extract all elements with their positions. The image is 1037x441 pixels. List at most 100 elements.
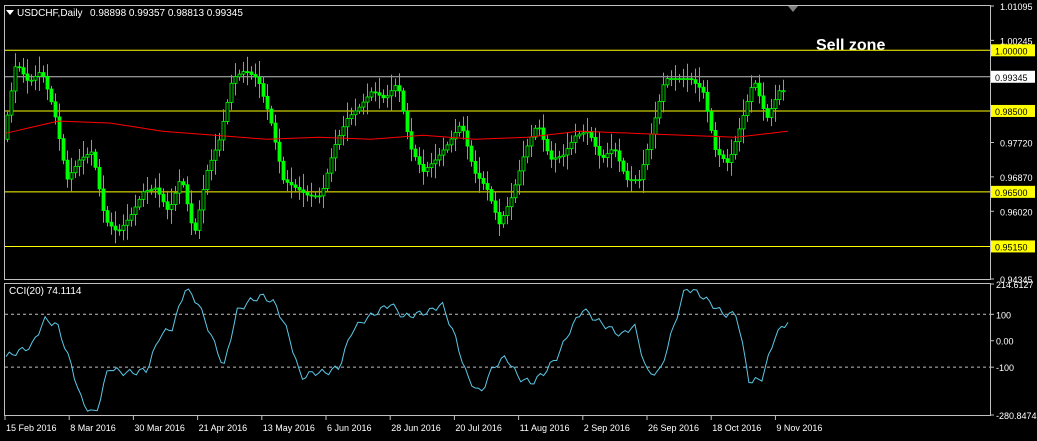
candle: [625, 162, 630, 188]
candle: [609, 133, 614, 169]
candle: [177, 169, 182, 205]
candle: [517, 159, 522, 195]
level-label-2: 0.96500: [995, 188, 1028, 198]
candle: [521, 140, 526, 186]
candle: [613, 142, 618, 158]
cci-line: [5, 288, 789, 412]
cci-panel-frame: [4, 283, 991, 416]
candle: [209, 149, 214, 181]
candle: [581, 124, 586, 142]
candle: [5, 111, 10, 143]
candle: [629, 166, 634, 192]
candle: [621, 157, 626, 175]
candle: [249, 66, 254, 80]
candle: [225, 99, 230, 125]
candle: [277, 128, 282, 174]
level-label-0: 1.00000: [995, 46, 1028, 56]
candle: [245, 56, 250, 86]
candle: [557, 150, 562, 164]
candle: [537, 119, 542, 136]
candle: [381, 89, 386, 104]
cci-tick-label-0: 214.6127: [996, 280, 1034, 290]
candle: [313, 192, 318, 199]
candle: [725, 148, 730, 172]
candle: [157, 173, 162, 208]
current-price-label: 0.99345: [995, 73, 1028, 83]
candle: [121, 214, 126, 241]
scroll-marker-icon[interactable]: [788, 6, 798, 12]
dropdown-arrow-icon[interactable]: [6, 10, 14, 15]
candle: [653, 101, 658, 149]
candle: [93, 148, 98, 171]
candle: [513, 179, 518, 204]
candle: [773, 84, 778, 122]
price-axis: 1.010951.002450.993450.977200.968700.960…: [990, 2, 1035, 285]
candle: [417, 147, 422, 174]
candle: [545, 134, 550, 155]
candle: [701, 80, 706, 99]
candle: [345, 102, 350, 142]
candle: [341, 115, 346, 146]
candle: [77, 149, 82, 177]
candle: [229, 74, 234, 110]
candle: [713, 122, 718, 158]
candle: [289, 167, 294, 199]
candle: [489, 186, 494, 204]
symbol-label: USDCHF,Daily: [17, 8, 83, 19]
candle: [549, 141, 554, 168]
candle: [481, 171, 486, 190]
candle: [285, 170, 290, 192]
candle: [561, 144, 566, 167]
candle: [737, 117, 742, 152]
candle: [637, 170, 642, 189]
candle: [661, 72, 666, 113]
candle: [13, 53, 18, 104]
candle: [457, 121, 462, 137]
candle: [429, 152, 434, 178]
candle: [437, 147, 442, 167]
candle: [641, 149, 646, 194]
candle: [469, 140, 474, 167]
candle: [465, 116, 470, 160]
candle: [101, 175, 106, 223]
candle: [61, 134, 66, 165]
candle: [689, 72, 694, 85]
candle: [201, 174, 206, 224]
candle: [53, 93, 58, 125]
candle: [305, 185, 310, 202]
candle: [573, 123, 578, 154]
cci-tick-label-1: 100: [996, 310, 1011, 320]
time-tick-label-12: 9 Nov 2016: [776, 423, 822, 433]
candle: [505, 197, 510, 225]
candle: [109, 212, 114, 235]
candle: [21, 57, 26, 83]
candle: [405, 102, 410, 140]
candle: [409, 118, 414, 162]
candle: [317, 187, 322, 204]
candle: [273, 114, 278, 150]
candle: [269, 105, 274, 127]
candle: [589, 127, 594, 142]
candle: [29, 74, 34, 86]
candle: [497, 198, 502, 236]
candle: [85, 147, 90, 164]
sell-zone-annotation: Sell zone: [816, 37, 885, 54]
time-tick-label-7: 20 Jul 2016: [455, 423, 502, 433]
cci-indicator: 214.6127 100 0.00 -100 -280.8474: [5, 280, 1037, 421]
candle: [193, 218, 198, 235]
candle: [233, 63, 238, 96]
time-tick-label-6: 28 Jun 2016: [391, 423, 441, 433]
candle: [745, 94, 750, 122]
candle: [261, 76, 266, 103]
candle: [461, 116, 466, 140]
candle: [769, 98, 774, 127]
candle: [33, 65, 38, 91]
chart-window: USDCHF,Daily 0.98898 0.99357 0.98813 0.9…: [0, 0, 1037, 441]
candle: [685, 63, 690, 92]
candle: [181, 178, 186, 188]
candle: [281, 156, 286, 184]
candle: [761, 82, 766, 121]
candle: [553, 143, 558, 173]
candle: [373, 82, 378, 102]
candle: [9, 82, 14, 123]
